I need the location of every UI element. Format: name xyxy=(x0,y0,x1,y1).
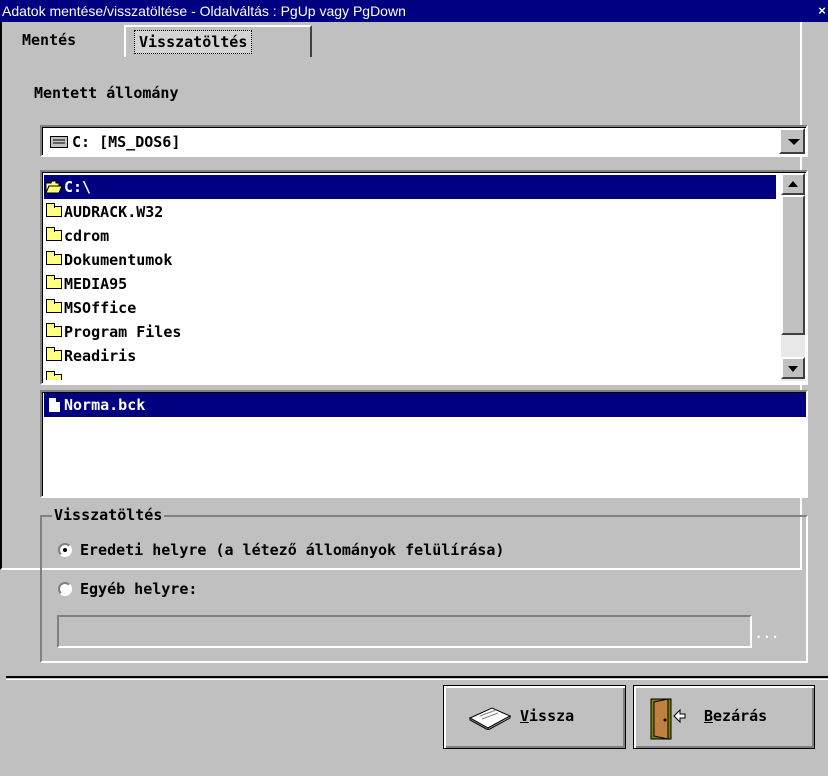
file-list[interactable]: Norma.bck xyxy=(40,390,808,498)
folder-list[interactable]: C:\ AUDRACK.W32 cdrom Dokumentumok MEDIA… xyxy=(40,170,808,385)
close-button[interactable]: Bezárás xyxy=(633,685,815,749)
folder-item[interactable]: MSOffice xyxy=(44,296,136,320)
folder-item-label: AUDRACK.W32 xyxy=(64,203,164,221)
back-label-rest: issza xyxy=(529,707,575,725)
saved-file-group-title: Mentett állomány xyxy=(32,84,181,102)
back-button[interactable]: Vissza xyxy=(443,685,626,749)
scroll-down-button[interactable] xyxy=(781,357,805,379)
folder-icon xyxy=(46,275,62,289)
tab-mentes[interactable]: Mentés xyxy=(14,25,118,57)
drive-icon xyxy=(50,136,68,148)
restore-group-title: Visszatöltés xyxy=(52,506,165,524)
folder-icon xyxy=(46,251,62,265)
folder-item-label: cdrom xyxy=(64,227,110,245)
folder-item-label: Dokumentumok xyxy=(64,251,173,269)
folder-item-label: Program Files xyxy=(64,323,182,341)
folder-item-partial[interactable] xyxy=(44,368,64,380)
folder-item-label: MEDIA95 xyxy=(64,275,128,293)
folder-item[interactable]: MEDIA95 xyxy=(44,272,127,296)
folder-list-scrollbar[interactable] xyxy=(781,173,805,381)
folder-item[interactable]: Program Files xyxy=(44,320,181,344)
separator xyxy=(6,676,828,678)
folder-icon xyxy=(46,323,62,337)
folder-icon xyxy=(46,371,62,380)
file-item-label: Norma.bck xyxy=(64,396,146,414)
tab-visszatoltes[interactable]: Visszatöltés xyxy=(124,25,312,57)
folder-current[interactable]: C:\ xyxy=(44,175,776,199)
scroll-up-button[interactable] xyxy=(781,173,805,195)
close-hotkey: B xyxy=(704,707,714,725)
radio-other-location-label: Egyéb helyre: xyxy=(80,580,198,598)
folder-icon xyxy=(46,299,62,313)
close-button-label: Bezárás xyxy=(704,707,767,725)
folder-icon xyxy=(46,203,62,217)
folder-icon xyxy=(46,347,62,361)
folder-item[interactable]: Readiris xyxy=(44,344,136,368)
drive-select[interactable]: C: [MS_DOS6] xyxy=(40,125,808,157)
window-title: Adatok mentése/visszatöltése - Oldalvált… xyxy=(2,3,406,19)
back-hotkey: V xyxy=(520,707,530,725)
separator-highlight xyxy=(6,679,828,680)
folder-item[interactable]: cdrom xyxy=(44,224,109,248)
floppy-disk-icon xyxy=(468,707,512,730)
drive-select-value: C: [MS_DOS6] xyxy=(50,132,180,152)
folder-item-label: MSOffice xyxy=(64,299,137,317)
folder-item[interactable]: Dokumentumok xyxy=(44,248,172,272)
title-bar: Adatok mentése/visszatöltése - Oldalvált… xyxy=(0,0,828,22)
tab-visszatoltes-label: Visszatöltés xyxy=(134,30,253,54)
folder-item-label: Readiris xyxy=(64,347,137,365)
close-window-icon[interactable]: × xyxy=(816,2,828,19)
browse-button[interactable]: ... xyxy=(755,628,785,640)
file-item-selected[interactable]: Norma.bck xyxy=(44,393,806,417)
radio-original-location-indicator[interactable] xyxy=(58,543,72,557)
file-icon xyxy=(49,398,60,412)
folder-icon xyxy=(46,227,62,241)
radio-original-location-label: Eredeti helyre (a létező állományok felü… xyxy=(80,541,505,559)
close-label-rest: ezárás xyxy=(713,707,768,725)
scroll-thumb[interactable] xyxy=(781,195,805,335)
open-folder-icon xyxy=(45,180,63,194)
drive-label: C: [MS_DOS6] xyxy=(72,133,181,151)
radio-other-location-indicator[interactable] xyxy=(58,582,72,596)
folder-current-label: C:\ xyxy=(64,178,92,196)
exit-door-icon xyxy=(650,698,686,740)
back-button-label: Vissza xyxy=(520,707,574,725)
drive-dropdown-arrow[interactable] xyxy=(779,128,805,154)
folder-item[interactable]: AUDRACK.W32 xyxy=(44,200,163,224)
other-location-path-input[interactable] xyxy=(57,615,752,648)
